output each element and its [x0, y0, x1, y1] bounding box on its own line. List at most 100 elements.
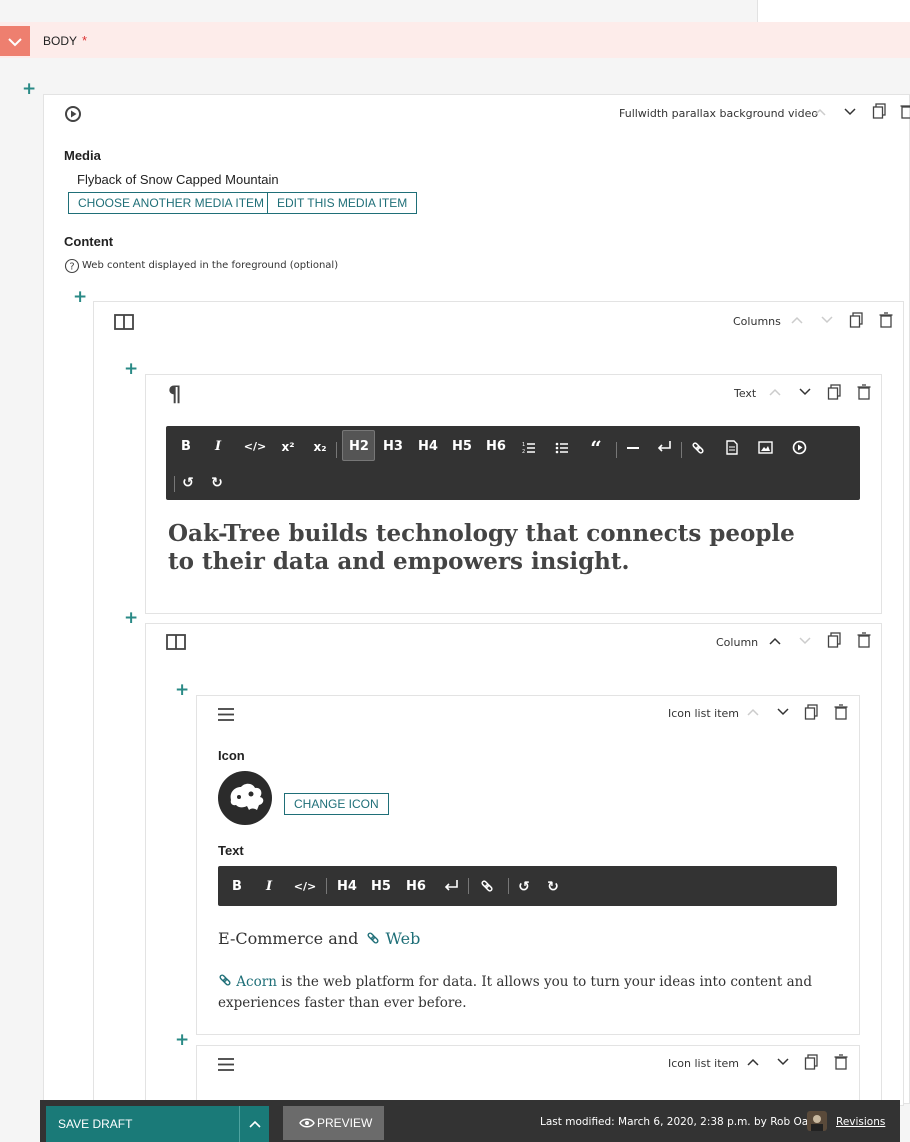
- h6-button[interactable]: H6: [401, 879, 431, 894]
- web-link[interactable]: Web: [386, 929, 421, 948]
- trash-icon[interactable]: [834, 1054, 848, 1070]
- duplicate-icon[interactable]: [827, 632, 842, 648]
- toolbar-separator: [681, 442, 682, 458]
- icon-item-description[interactable]: Acorn is the web platform for data. It a…: [218, 972, 838, 1014]
- link-icon[interactable]: [691, 441, 705, 455]
- add-paragraph-icon[interactable]: +: [73, 289, 87, 306]
- save-options-toggle[interactable]: [239, 1106, 269, 1142]
- toolbar-separator: [336, 442, 337, 458]
- icon-list-item-paragraph-2: [196, 1045, 860, 1106]
- trash-icon[interactable]: [900, 103, 910, 119]
- document-icon[interactable]: [726, 440, 738, 455]
- redo-icon[interactable]: ↻: [209, 475, 225, 491]
- svg-text:1: 1: [522, 442, 525, 448]
- drag-handle-icon[interactable]: [217, 1057, 235, 1072]
- revisions-link[interactable]: Revisions: [836, 1116, 885, 1128]
- icon-field-label: Icon: [218, 748, 245, 763]
- choose-media-button[interactable]: CHOOSE ANOTHER MEDIA ITEM: [68, 192, 275, 214]
- add-paragraph-icon[interactable]: +: [124, 361, 138, 378]
- link-icon[interactable]: [480, 879, 494, 893]
- paragraph-type-label: Text: [734, 387, 757, 400]
- link-icon: [219, 974, 231, 986]
- icon-item-title[interactable]: E-Commerce and Web: [218, 929, 420, 948]
- edit-media-button[interactable]: EDIT THIS MEDIA ITEM: [267, 192, 418, 214]
- help-icon: ?: [64, 258, 80, 274]
- drag-handle-icon[interactable]: [217, 707, 235, 722]
- save-draft-button[interactable]: SAVE DRAFT: [46, 1106, 239, 1142]
- undo-icon[interactable]: ↺: [516, 879, 532, 895]
- bold-button[interactable]: B: [227, 879, 247, 894]
- chevron-down-icon[interactable]: [776, 1055, 790, 1069]
- h4-button[interactable]: H4: [413, 439, 443, 454]
- h5-button[interactable]: H5: [447, 439, 477, 454]
- blockquote-icon[interactable]: “: [585, 436, 607, 460]
- columns-icon: [114, 314, 134, 330]
- paragraph-type-label: Icon list item: [668, 1057, 739, 1070]
- h4-button[interactable]: H4: [332, 879, 362, 894]
- h6-button[interactable]: H6: [481, 439, 511, 454]
- acorn-link[interactable]: Acorn: [236, 974, 277, 990]
- subscript-button[interactable]: x₂: [310, 440, 330, 454]
- superscript-button[interactable]: x²: [278, 440, 298, 454]
- chevron-up-icon[interactable]: [768, 385, 782, 399]
- ordered-list-icon[interactable]: 12: [522, 441, 536, 455]
- content-field-label: Content: [64, 234, 114, 249]
- eye-icon: [299, 1118, 315, 1128]
- body-field-label: BODY: [43, 34, 78, 48]
- media-field-label: Media: [64, 148, 101, 163]
- chevron-up-icon[interactable]: [768, 634, 782, 648]
- duplicate-icon[interactable]: [804, 704, 819, 720]
- bullet-list-icon[interactable]: [555, 441, 569, 455]
- duplicate-icon[interactable]: [804, 1054, 819, 1070]
- italic-button[interactable]: I: [208, 439, 228, 454]
- chevron-up-icon[interactable]: [790, 313, 804, 327]
- line-break-icon[interactable]: [443, 879, 459, 893]
- h5-button[interactable]: H5: [366, 879, 396, 894]
- duplicate-icon[interactable]: [827, 384, 842, 400]
- chevron-down-icon: [8, 38, 22, 47]
- change-icon-button[interactable]: CHANGE ICON: [284, 793, 389, 815]
- chevron-up-icon: [249, 1120, 261, 1128]
- undo-icon[interactable]: ↺: [180, 475, 196, 491]
- add-paragraph-icon[interactable]: +: [22, 81, 36, 98]
- description-line-2: experiences faster than ever before.: [218, 995, 467, 1011]
- chevron-down-icon[interactable]: [843, 105, 857, 119]
- italic-button[interactable]: I: [259, 879, 279, 894]
- trash-icon[interactable]: [879, 312, 893, 328]
- image-icon[interactable]: [758, 441, 773, 454]
- h3-button[interactable]: H3: [378, 439, 408, 454]
- add-paragraph-icon[interactable]: +: [175, 682, 189, 699]
- chevron-down-icon[interactable]: [776, 705, 790, 719]
- chevron-up-icon[interactable]: [746, 705, 760, 719]
- duplicate-icon[interactable]: [849, 312, 864, 328]
- top-strip-right: [757, 0, 910, 22]
- heading-content[interactable]: Oak-Tree builds technology that connects…: [168, 520, 828, 576]
- horizontal-rule-icon[interactable]: [626, 442, 640, 454]
- line-break-icon[interactable]: [656, 440, 672, 454]
- chevron-down-icon[interactable]: [820, 313, 834, 327]
- trash-icon[interactable]: [857, 384, 871, 400]
- redo-icon[interactable]: ↻: [545, 879, 561, 895]
- chevron-up-icon[interactable]: [813, 105, 827, 119]
- content-help-text: Web content displayed in the foreground …: [82, 260, 339, 271]
- trash-icon[interactable]: [857, 632, 871, 648]
- embed-video-icon[interactable]: [792, 440, 807, 455]
- code-button[interactable]: </>: [242, 440, 268, 453]
- trash-icon[interactable]: [834, 704, 848, 720]
- add-paragraph-icon[interactable]: +: [175, 1032, 189, 1049]
- h2-button[interactable]: H2: [344, 439, 374, 454]
- bold-button[interactable]: B: [176, 439, 196, 454]
- column-icon: [166, 634, 186, 650]
- chevron-up-icon[interactable]: [746, 1055, 760, 1069]
- body-collapse-toggle[interactable]: [0, 26, 30, 56]
- duplicate-icon[interactable]: [872, 103, 887, 119]
- chevron-down-icon[interactable]: [798, 385, 812, 399]
- paragraph-mark-icon: ¶: [168, 382, 182, 406]
- paragraph-type-label: Fullwidth parallax background video: [619, 107, 819, 120]
- toolbar-separator: [616, 442, 617, 458]
- add-paragraph-icon[interactable]: +: [124, 610, 138, 627]
- link-icon: [367, 932, 379, 944]
- code-button[interactable]: </>: [292, 880, 318, 893]
- body-field-bar: [0, 22, 910, 58]
- chevron-down-icon[interactable]: [798, 634, 812, 648]
